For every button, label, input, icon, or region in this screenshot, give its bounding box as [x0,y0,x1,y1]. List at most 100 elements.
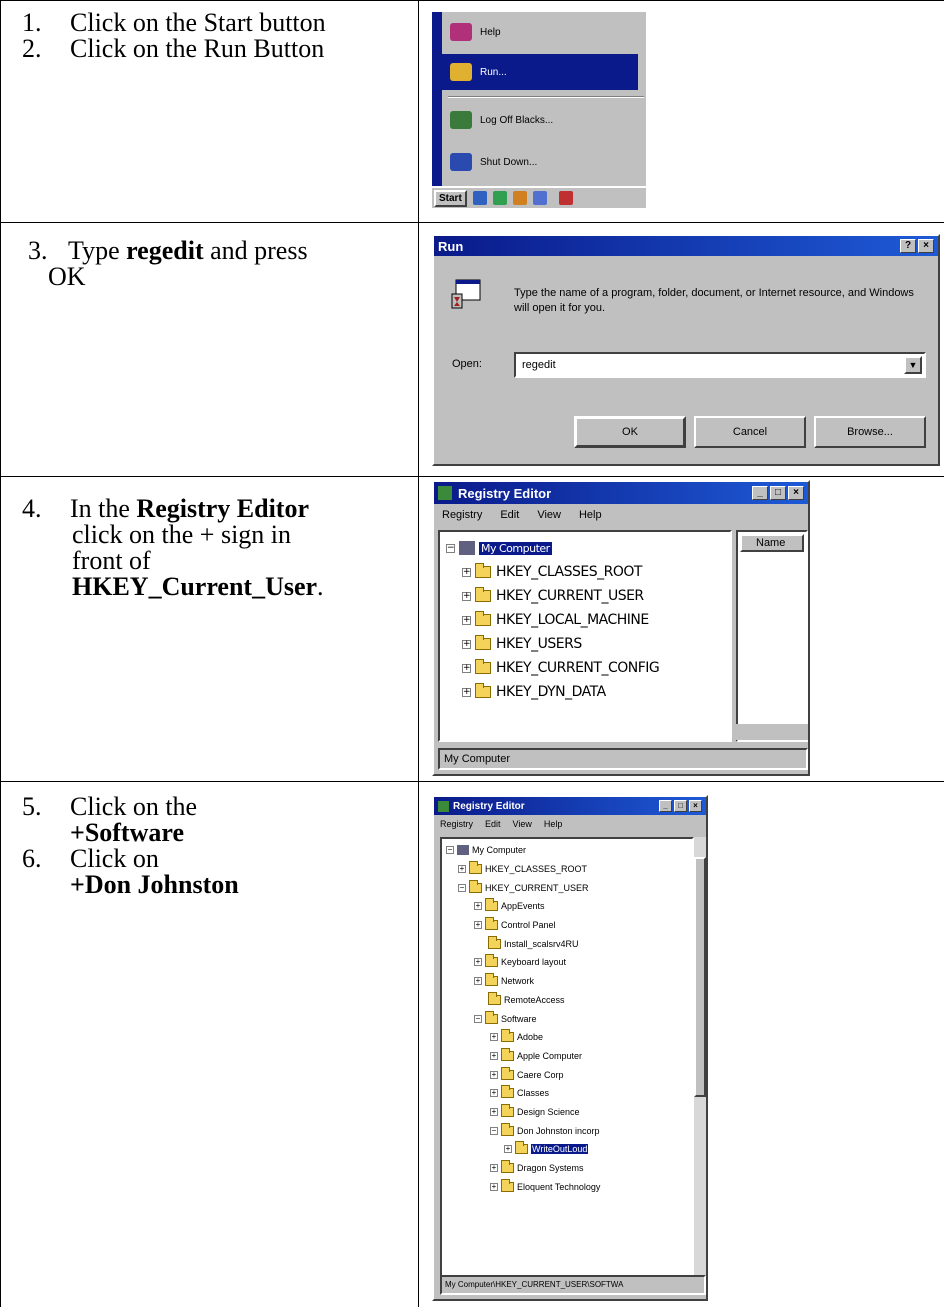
menu-registry[interactable]: Registry [442,509,482,521]
tree-node-hkey-current-user[interactable]: − HKEY_CURRENT_USER [446,878,688,897]
menu-view[interactable]: View [537,509,561,521]
start-menu-item-run[interactable]: Run... [442,54,638,90]
outlook-icon[interactable] [512,191,527,205]
tree-node-hkey-classes-root[interactable]: + HKEY_CLASSES_ROOT [446,560,724,584]
collapse-icon[interactable]: − [446,543,455,553]
collapse-icon[interactable]: − [446,846,454,855]
tree-node-label: Adobe [517,1032,544,1043]
step-2: 2. Click on the Run Button [0,36,418,62]
tree-node-hkey-current-config[interactable]: + HKEY_CURRENT_CONFIG [446,656,724,680]
step-number: 5. [22,792,42,821]
tree-node-hkey-classes-root[interactable]: + HKEY_CLASSES_ROOT [446,860,688,879]
step-text: Type [68,236,127,265]
tree-node-install[interactable]: Install_scalsrv4RU [446,934,688,953]
minimize-button[interactable]: _ [659,800,672,812]
open-input[interactable]: regedit ▼ [514,352,926,378]
expand-icon[interactable]: + [462,591,471,601]
taskbar-app-icon[interactable] [558,191,573,205]
close-button[interactable]: × [918,239,934,253]
expand-icon[interactable]: + [474,958,482,967]
tree-node-network[interactable]: + Network [446,972,688,991]
expand-icon[interactable]: + [490,1051,498,1060]
tree-node-keyboard-layout[interactable]: + Keyboard layout [446,953,688,972]
channels-icon[interactable] [532,191,547,205]
table-border-left [0,0,1,1307]
expand-icon[interactable]: + [490,1033,498,1042]
tree-node-hkey-users[interactable]: + HKEY_USERS [446,632,724,656]
expand-icon[interactable]: + [490,1107,498,1116]
start-button[interactable]: Start [434,189,467,207]
tree-node-eloquent-technology[interactable]: + Eloquent Technology [446,1177,688,1196]
registry-tree: − My Computer + HKEY_CLASSES_ROOT − HKEY_CU… [440,837,694,1277]
tree-node-software[interactable]: − Software [446,1009,688,1028]
expand-icon[interactable]: + [504,1145,512,1154]
horizontal-scrollbar[interactable] [736,724,808,740]
folder-icon [488,991,501,1005]
expand-icon[interactable]: + [462,663,471,673]
tree-node-dragon-systems[interactable]: + Dragon Systems [446,1159,688,1178]
tree-node-remoteaccess[interactable]: RemoteAccess [446,991,688,1010]
dropdown-arrow-icon[interactable]: ▼ [904,356,922,374]
expand-icon[interactable]: + [462,567,471,577]
tree-node-design-science[interactable]: + Design Science [446,1103,688,1122]
tree-node-apple-computer[interactable]: + Apple Computer [446,1047,688,1066]
tree-node-caere-corp[interactable]: + Caere Corp [446,1065,688,1084]
scrollbar-thumb[interactable] [694,857,706,1097]
tree-node-hkey-current-user[interactable]: + HKEY_CURRENT_USER [446,584,724,608]
expand-icon[interactable]: + [474,902,482,911]
expand-icon[interactable]: + [462,615,471,625]
expand-icon[interactable]: + [474,921,482,930]
expand-icon[interactable]: + [474,977,482,986]
start-menu-item-help[interactable]: Help [450,14,646,50]
expand-icon[interactable]: + [490,1182,498,1191]
desktop-icon[interactable] [492,191,507,205]
menu-view[interactable]: View [513,819,532,829]
ok-button[interactable]: OK [574,416,686,448]
minimize-button[interactable]: _ [752,486,768,500]
tree-node-adobe[interactable]: + Adobe [446,1028,688,1047]
registry-editor-screenshot-1: Registry Editor _ □ × Registry Edit View… [432,480,810,776]
tree-node-label: Design Science [517,1106,580,1117]
column-divider [418,0,419,1307]
tree-node-hkey-local-machine[interactable]: + HKEY_LOCAL_MACHINE [446,608,724,632]
tree-node-classes[interactable]: + Classes [446,1084,688,1103]
menu-help[interactable]: Help [579,509,602,521]
tree-node-appevents[interactable]: + AppEvents [446,897,688,916]
collapse-icon[interactable]: − [490,1126,498,1135]
expand-icon[interactable]: + [490,1164,498,1173]
tree-node-don-johnston[interactable]: − Don Johnston incorp [446,1121,688,1140]
collapse-icon[interactable]: − [474,1014,482,1023]
tree-node-my-computer[interactable]: − My Computer [446,536,724,560]
start-menu-item-shutdown[interactable]: Shut Down... [450,144,646,180]
browse-button[interactable]: Browse... [814,416,926,448]
collapse-icon[interactable]: − [458,883,466,892]
start-menu-item-logoff[interactable]: Log Off Blacks... [450,102,646,138]
expand-icon[interactable]: + [490,1070,498,1079]
tree-node-label: WriteOutLoud [531,1144,589,1155]
menu-edit[interactable]: Edit [485,819,501,829]
folder-icon [485,973,498,987]
tree-node-hkey-dyn-data[interactable]: + HKEY_DYN_DATA [446,680,724,704]
tree-node-control-panel[interactable]: + Control Panel [446,916,688,935]
tree-node-my-computer[interactable]: − My Computer [446,841,688,860]
tree-node-writeoutloud[interactable]: + WriteOutLoud [446,1140,688,1159]
vertical-scrollbar[interactable] [694,837,706,1277]
step-keyword: regedit [126,236,204,265]
name-column-header[interactable]: Name [740,534,804,552]
maximize-button[interactable]: □ [674,800,687,812]
help-button[interactable]: ? [900,239,916,253]
expand-icon[interactable]: + [490,1089,498,1098]
close-button[interactable]: × [689,800,702,812]
menu-help[interactable]: Help [544,819,563,829]
maximize-button[interactable]: □ [770,486,786,500]
expand-icon[interactable]: + [458,865,466,874]
step-3: 3. Type regedit and press [0,238,418,264]
menu-edit[interactable]: Edit [500,509,519,521]
cancel-button[interactable]: Cancel [694,416,806,448]
menu-registry[interactable]: Registry [440,819,473,829]
close-button[interactable]: × [788,486,804,500]
tree-node-label: HKEY_LOCAL_MACHINE [496,612,649,628]
internet-explorer-icon[interactable] [472,191,487,205]
expand-icon[interactable]: + [462,639,471,649]
expand-icon[interactable]: + [462,687,471,697]
